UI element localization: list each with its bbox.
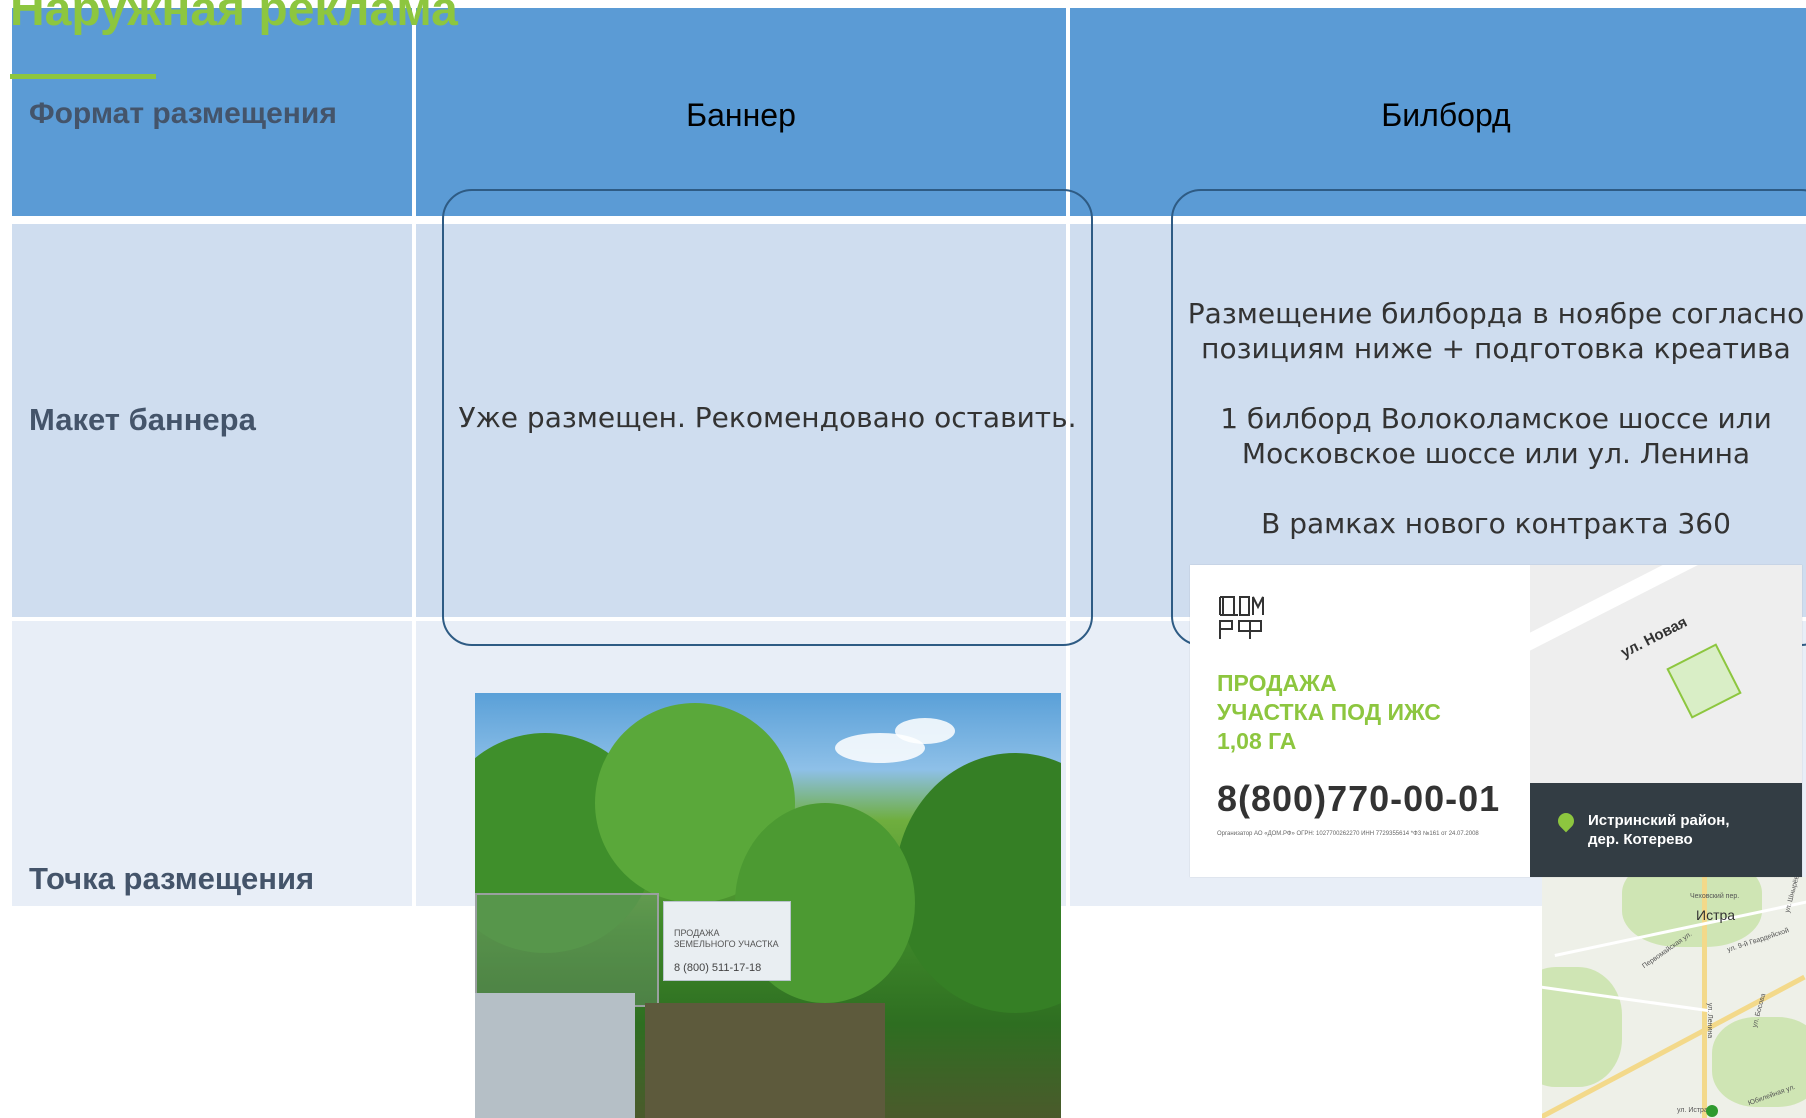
header-cell-banner: Баннер [416,8,1066,216]
mini-map-street-1: Чеховский пер. [1690,893,1740,900]
banner-location-photo: ПРОДАЖА ЗЕМЕЛЬНОГО УЧАСТКА 8 (800) 511-17… [475,693,1061,1118]
billboard-column-title: Билборд [1381,97,1511,133]
page-title: Наружная реклама [10,0,458,36]
billboard-left-panel: ПРОДАЖА УЧАСТКА ПОД ИЖС 1,08 ГА 8(800)77… [1190,565,1530,877]
billboard-heading: ПРОДАЖА УЧАСТКА ПОД ИЖС 1,08 ГА [1217,669,1441,756]
mini-map-street-8: ул. Истра [1677,1107,1708,1114]
photo-sign-line1: ПРОДАЖА [674,928,720,938]
banner-column-title: Баннер [686,97,796,133]
billboard-fine-print: Организатор АО «ДОМ.РФ» ОГРН: 1027700262… [1217,831,1479,837]
billboard-address-panel: Истринский район, дер. Котерево [1530,783,1802,877]
billboard-heading-line3: 1,08 ГА [1217,728,1297,754]
placement-label: Точка размещения [29,861,315,896]
billboard-note-line1: Размещение билборда в ноябре согласно [1187,297,1805,330]
billboard-note-line2: позициям ниже + подготовка креатива [1201,332,1791,365]
billboard-address-line2: дер. Котерево [1588,831,1693,848]
billboard-note-line5: В рамках нового контракта 360 [1261,507,1731,540]
billboard-road [1530,565,1802,668]
location-pin-icon [1554,809,1578,833]
photo-sign-phone: 8 (800) 511-17-18 [674,962,762,974]
land-plot-marker [1666,643,1742,719]
mini-map-street-5: ул. Ленина [1706,1002,1714,1039]
billboard-map: ул. Новая [1530,565,1802,783]
billboard-street-label: ул. Новая [1618,613,1691,662]
mini-map-city: Истра [1696,907,1736,923]
billboard-address-line1: Истринский район, [1588,812,1730,829]
billboard-note-line3: 1 билборд Волоколамское шоссе или [1220,402,1772,435]
layout-label-cell: Макет баннера [12,224,412,617]
dom-rf-logo-icon [1219,596,1264,639]
banner-note: Уже размещен. Рекомендовано оставить. [458,401,1077,434]
billboard-heading-line1: ПРОДАЖА [1217,670,1337,696]
billboard-phone: 8(800)770-00-01 [1217,778,1501,819]
format-label: Формат размещения [29,97,337,130]
billboard-note-line4: Московское шоссе или ул. Ленина [1241,437,1751,470]
header-cell-billboard: Билборд [1070,8,1806,216]
billboard-mockup: ПРОДАЖА УЧАСТКА ПОД ИЖС 1,08 ГА 8(800)77… [1190,565,1802,877]
layout-label: Макет баннера [29,402,256,437]
placement-label-cell: Точка размещения [12,621,412,906]
title-underline [10,74,156,79]
photo-sign-line2: ЗЕМЕЛЬНОГО УЧАСТКА [674,939,779,949]
billboard-note: Размещение билборда в ноябре согласно по… [1171,296,1806,541]
billboard-heading-line2: УЧАСТКА ПОД ИЖС [1217,699,1441,725]
photo-sign: ПРОДАЖА ЗЕМЕЛЬНОГО УЧАСТКА 8 (800) 511-17… [663,901,791,981]
billboard-address: Истринский район, дер. Котерево [1588,811,1730,849]
location-mini-map: Истра Чеховский пер. ул. 9-й Гвардейской… [1542,877,1806,1118]
header-cell-format: Формат размещения [12,8,412,216]
mini-map-marker [1706,1105,1718,1117]
mini-map-street-3: ул. Шнырёва [1784,877,1802,914]
